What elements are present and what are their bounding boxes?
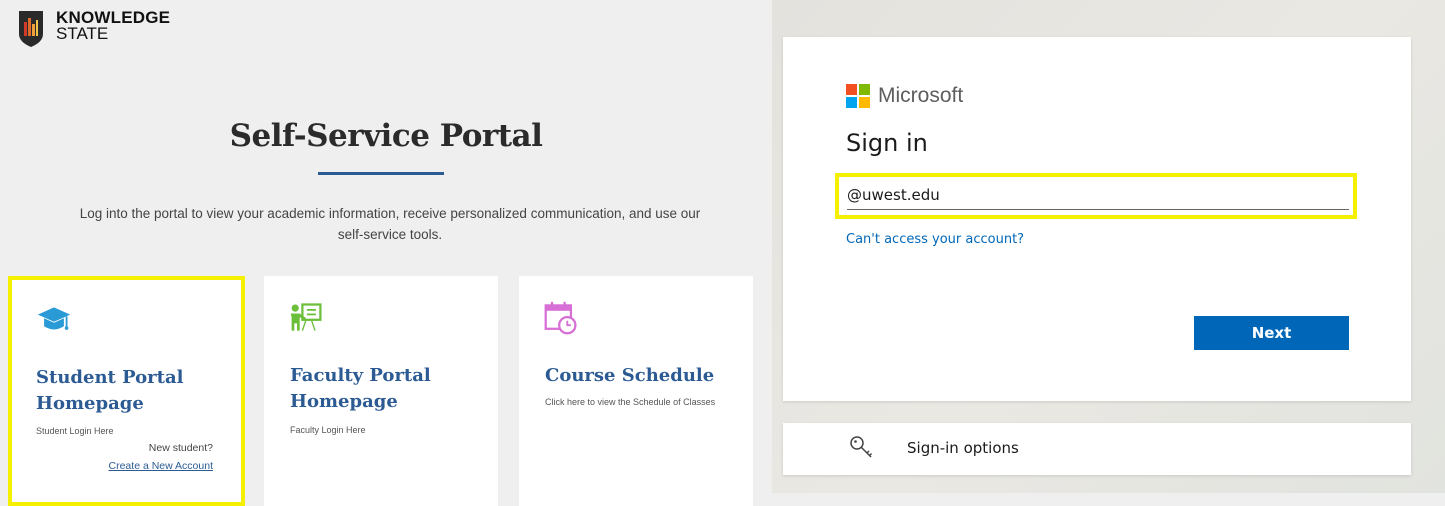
next-button[interactable]: Next: [1194, 316, 1349, 350]
teacher-board-icon: [290, 303, 322, 331]
key-icon: [850, 436, 873, 458]
signin-box: Microsoft Sign in Can't access your acco…: [783, 37, 1411, 401]
graduation-cap-icon: [37, 307, 71, 330]
microsoft-squares-icon: [846, 84, 870, 108]
microsoft-logo: Microsoft: [846, 84, 963, 108]
email-highlight: [835, 173, 1357, 219]
shield-logo-icon: [19, 11, 43, 47]
signin-options-label: Sign-in options: [907, 439, 1019, 457]
card-title[interactable]: Course Schedule: [545, 363, 735, 389]
email-input[interactable]: [847, 181, 1349, 210]
page-title: Self-Service Portal: [229, 118, 543, 154]
knowledge-state-logo[interactable]: KNOWLEDGE STATE: [18, 9, 170, 48]
portal-panel: KNOWLEDGE STATE Self-Service Portal Log …: [0, 0, 772, 506]
card-description: Student Login Here: [36, 426, 114, 436]
new-student-text: New student?: [148, 442, 213, 454]
student-portal-card[interactable]: Student Portal Homepage Student Login He…: [8, 276, 245, 506]
card-title[interactable]: Student Portal Homepage: [36, 365, 226, 417]
microsoft-signin-panel: Microsoft Sign in Can't access your acco…: [772, 0, 1445, 493]
faculty-portal-card[interactable]: Faculty Portal Homepage Faculty Login He…: [264, 276, 498, 506]
card-title[interactable]: Faculty Portal Homepage: [290, 363, 480, 415]
microsoft-brand: Microsoft: [878, 84, 964, 107]
course-schedule-card[interactable]: Course Schedule Click here to view the S…: [519, 276, 753, 506]
calendar-clock-icon: [544, 301, 577, 335]
title-underline: [318, 172, 444, 175]
page-subtitle: Log into the portal to view your academi…: [79, 206, 701, 242]
signin-title: Sign in: [846, 129, 928, 157]
card-description: Faculty Login Here: [290, 425, 366, 435]
signin-options-button[interactable]: Sign-in options: [783, 423, 1411, 475]
logo-line2: STATE: [56, 24, 109, 43]
card-description: Click here to view the Schedule of Class…: [545, 397, 716, 407]
cant-access-link[interactable]: Can't access your account?: [846, 232, 1024, 247]
create-account-link[interactable]: Create a New Account: [109, 460, 213, 472]
